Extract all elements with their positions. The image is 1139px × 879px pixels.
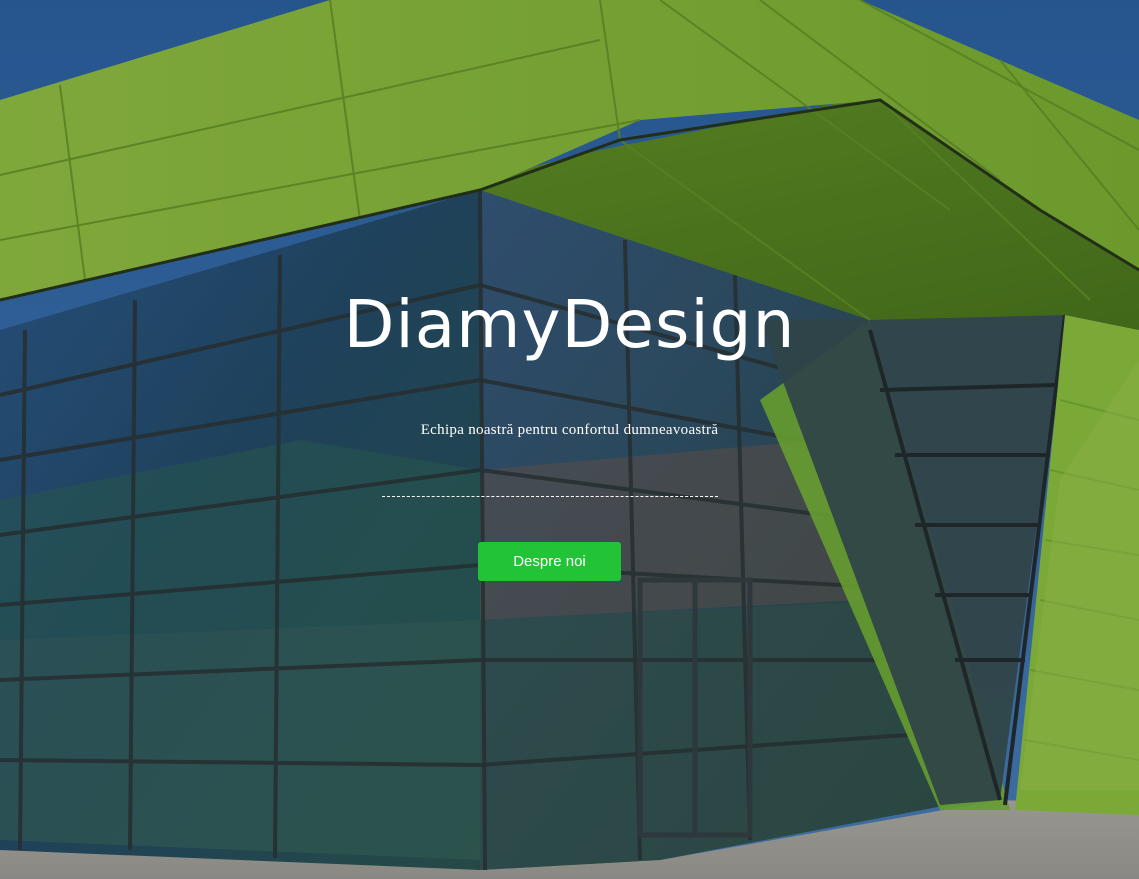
hero-section: DiamyDesign Echipa noastră pentru confor… [0,0,1139,879]
about-us-button[interactable]: Despre noi [478,542,621,581]
brand-title: DiamyDesign [343,286,796,363]
hero-tagline: Echipa noastră pentru confortul dumneavo… [420,422,719,438]
hero-divider [382,496,718,497]
